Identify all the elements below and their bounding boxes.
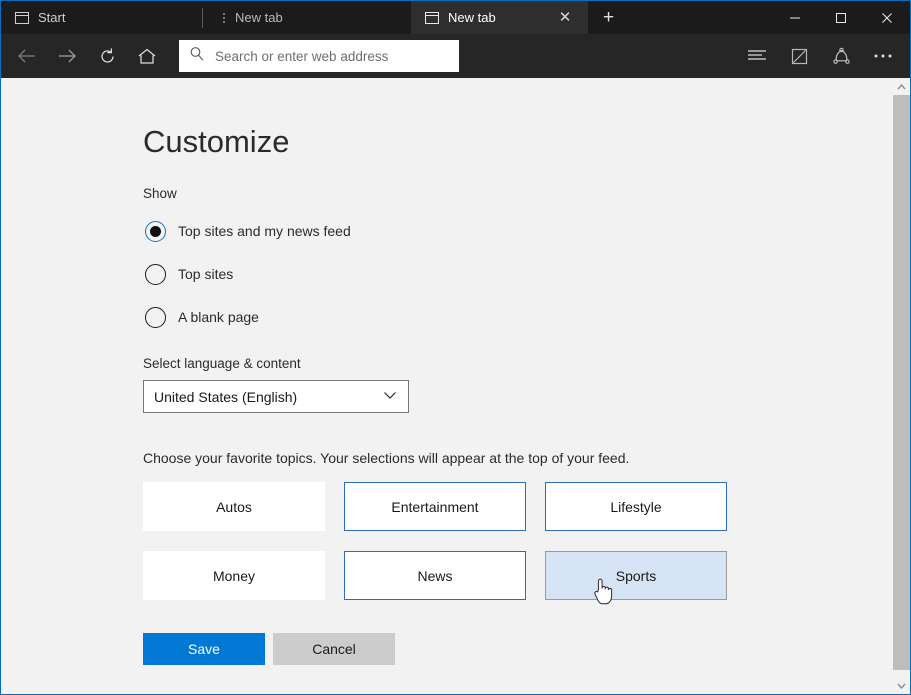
- topic-tile-autos[interactable]: Autos: [143, 482, 325, 531]
- tab-label: New tab: [448, 10, 496, 25]
- topic-label: Lifestyle: [610, 498, 662, 515]
- loading-indicator: [219, 12, 229, 23]
- page-title: Customize: [143, 124, 290, 159]
- language-select[interactable]: United States (English): [143, 380, 409, 413]
- scrollbar-thumb[interactable]: [893, 95, 910, 670]
- topics-grid: Autos Entertainment Lifestyle Money News…: [143, 482, 727, 605]
- refresh-button[interactable]: [87, 38, 127, 74]
- topic-label: Entertainment: [391, 498, 479, 515]
- browser-toolbar: Search or enter web address: [1, 34, 910, 78]
- tab-new-tab-2-active[interactable]: New tab ✕: [411, 1, 588, 34]
- tab-strip: Start New tab New tab ✕ +: [1, 1, 910, 34]
- language-selected-value: United States (English): [154, 388, 298, 405]
- address-bar[interactable]: Search or enter web address: [179, 40, 459, 72]
- scroll-down-arrow[interactable]: [893, 677, 910, 694]
- radio-indicator[interactable]: [145, 306, 166, 328]
- radio-option-top-sites-and-news[interactable]: Top sites and my news feed: [143, 214, 893, 248]
- close-button[interactable]: [864, 1, 910, 34]
- tab-new-tab-1[interactable]: New tab: [203, 1, 411, 34]
- content-area: Customize Show Top sites and my news fee…: [1, 78, 910, 694]
- customize-page: Customize Show Top sites and my news fee…: [1, 78, 893, 694]
- back-button[interactable]: [7, 38, 47, 74]
- action-buttons: Save Cancel: [143, 633, 893, 665]
- topic-label: Autos: [216, 498, 252, 515]
- topic-tile-lifestyle[interactable]: Lifestyle: [545, 482, 727, 531]
- window-icon: [425, 11, 439, 24]
- language-field-label: Select language & content: [143, 356, 301, 371]
- vertical-scrollbar[interactable]: [893, 78, 910, 694]
- hub-icon[interactable]: [736, 38, 778, 74]
- chevron-down-icon: [383, 391, 397, 403]
- radio-indicator[interactable]: [145, 263, 166, 285]
- close-tab-icon[interactable]: ✕: [552, 5, 578, 31]
- tab-label: Start: [38, 10, 66, 25]
- radio-label: A blank page: [178, 309, 259, 325]
- topic-tile-news[interactable]: News: [344, 551, 526, 600]
- tab-strip-filler: [629, 1, 772, 34]
- save-button[interactable]: Save: [143, 633, 265, 665]
- tab-start[interactable]: Start: [1, 1, 202, 34]
- mouse-cursor-hand: [592, 576, 616, 609]
- minimize-button[interactable]: [772, 1, 818, 34]
- browser-window: Start New tab New tab ✕ + Search or ente…: [0, 0, 911, 695]
- scrollbar-track[interactable]: [893, 95, 910, 677]
- topic-tile-entertainment[interactable]: Entertainment: [344, 482, 526, 531]
- radio-label: Top sites and my news feed: [178, 223, 351, 239]
- new-tab-button[interactable]: +: [588, 1, 629, 34]
- radio-option-blank-page[interactable]: A blank page: [143, 300, 893, 334]
- maximize-button[interactable]: [818, 1, 864, 34]
- topic-tile-sports[interactable]: Sports: [545, 551, 727, 605]
- home-icon[interactable]: [127, 38, 167, 74]
- topic-label: Sports: [615, 567, 657, 584]
- cancel-button[interactable]: Cancel: [273, 633, 395, 665]
- radio-label: Top sites: [178, 266, 234, 282]
- window-icon: [15, 11, 29, 24]
- radio-option-top-sites[interactable]: Top sites: [143, 257, 893, 291]
- address-input-placeholder[interactable]: Search or enter web address: [215, 49, 388, 64]
- more-settings-icon[interactable]: [862, 38, 904, 74]
- search-icon: [189, 46, 205, 67]
- tab-label: New tab: [235, 10, 283, 25]
- topic-label: Money: [212, 567, 256, 584]
- make-a-web-note-icon[interactable]: [778, 38, 820, 74]
- forward-button[interactable]: [47, 38, 87, 74]
- radio-indicator[interactable]: [145, 220, 166, 242]
- scroll-up-arrow[interactable]: [893, 78, 910, 95]
- topic-tile-money[interactable]: Money: [143, 551, 325, 600]
- window-controls: [772, 1, 910, 34]
- topic-label: News: [417, 567, 453, 584]
- share-icon[interactable]: [820, 38, 862, 74]
- topics-intro-text: Choose your favorite topics. Your select…: [143, 450, 630, 466]
- show-section-label: Show: [143, 186, 177, 201]
